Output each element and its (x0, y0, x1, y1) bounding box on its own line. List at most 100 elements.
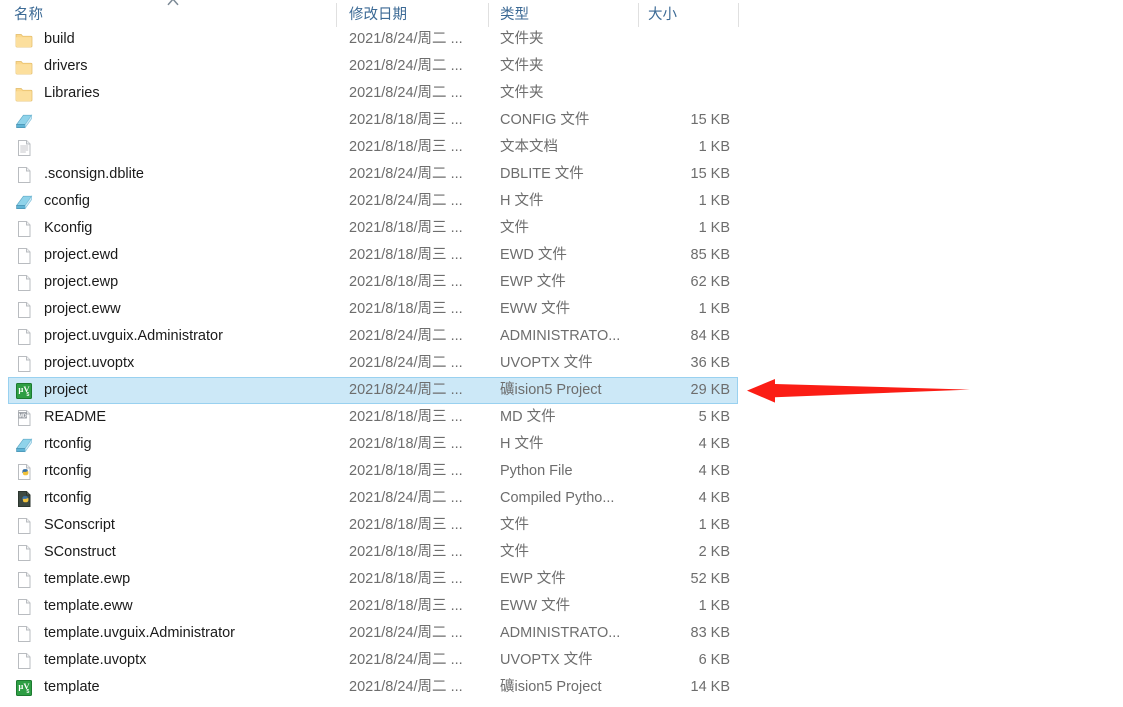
file-name-cell: rtconfig (44, 436, 92, 452)
file-type-cell: 文件夹 (500, 58, 544, 74)
generic-file-icon (14, 327, 34, 347)
file-size-cell: 52 KB (690, 571, 731, 587)
file-type-cell: 文件 (500, 517, 529, 533)
file-size-cell: 15 KB (690, 166, 731, 182)
column-divider-type-size[interactable] (638, 3, 639, 27)
file-name-cell: .sconsign.dblite (44, 166, 144, 182)
file-name-cell (44, 134, 334, 161)
file-row[interactable]: drivers 2021/8/24/周二 ... 文件夹 (0, 53, 740, 80)
file-row[interactable]: cconfig 2021/8/24/周二 ... H 文件 1 KB (0, 188, 740, 215)
file-row[interactable]: project.uvoptx 2021/8/24/周二 ... UVOPTX 文件 3… (0, 350, 740, 377)
h-file-icon (14, 192, 34, 212)
compiled-python-file-icon (14, 489, 34, 509)
file-type-cell: CONFIG 文件 (500, 112, 590, 128)
file-row[interactable]: template.uvoptx 2021/8/24/周二 ... UVOPTX 文件… (0, 647, 740, 674)
file-size-cell: 14 KB (690, 679, 731, 695)
column-divider-size-end[interactable] (738, 3, 739, 27)
file-name-cell: template.uvoptx (44, 652, 147, 668)
file-size-cell: 2 KB (698, 544, 730, 560)
file-row[interactable]: SConscript 2021/8/18/周三 ... 文件 1 KB (0, 512, 740, 539)
file-list-view[interactable]: 名称 修改日期 类型 大小 build 2021/8/24/周二 ... 文件夹 dr… (0, 0, 740, 707)
date-modified-cell: 2021/8/18/周三 ... (349, 301, 463, 317)
file-size-cell: 29 KB (690, 382, 731, 398)
file-name-cell: project.uvguix.Administrator (44, 328, 223, 344)
column-divider-name-date[interactable] (336, 3, 337, 27)
file-type-cell: MD 文件 (500, 409, 556, 425)
md-file-icon: MD (14, 408, 34, 428)
file-size-cell: 15 KB (690, 112, 731, 128)
python-file-icon (14, 462, 34, 482)
date-modified-cell: 2021/8/24/周二 ... (349, 382, 463, 398)
file-name-cell: template.eww (44, 598, 133, 614)
file-type-cell: ADMINISTRATO... (500, 328, 621, 344)
file-type-cell: Python File (500, 463, 573, 479)
svg-text:5: 5 (26, 392, 29, 398)
file-type-cell: 礦ision5 Project (500, 382, 602, 398)
date-modified-cell: 2021/8/18/周三 ... (349, 409, 463, 425)
file-type-cell: EWP 文件 (500, 571, 566, 587)
file-name-cell: drivers (44, 58, 88, 74)
file-row[interactable]: rtconfig 2021/8/18/周三 ... Python File 4 KB (0, 458, 740, 485)
text-document-icon (14, 138, 34, 158)
file-size-cell: 36 KB (690, 355, 731, 371)
folder-icon (14, 84, 34, 104)
file-type-cell: 礦ision5 Project (500, 679, 602, 695)
file-row[interactable]: project.ewp 2021/8/18/周三 ... EWP 文件 62 KB (0, 269, 740, 296)
file-name-cell: project.ewd (44, 247, 119, 263)
file-row[interactable]: template.ewp 2021/8/18/周三 ... EWP 文件 52 KB (0, 566, 740, 593)
file-name-cell: rtconfig (44, 463, 92, 479)
file-name-cell: project.uvoptx (44, 355, 135, 371)
file-row[interactable]: project.uvguix.Administrator 2021/8/24/周二… (0, 323, 740, 350)
file-size-cell: 84 KB (690, 328, 731, 344)
file-row[interactable]: template.uvguix.Administrator 2021/8/24/周… (0, 620, 740, 647)
date-modified-cell: 2021/8/18/周三 ... (349, 274, 463, 290)
file-size-cell: 62 KB (690, 274, 731, 290)
file-name-cell: project.eww (44, 301, 121, 317)
file-row[interactable]: .sconsign.dblite 2021/8/24/周二 ... DBLITE 文… (0, 161, 740, 188)
column-divider-date-type[interactable] (488, 3, 489, 27)
generic-file-icon (14, 354, 34, 374)
uvision-project-icon: µV 5 (14, 381, 34, 401)
file-row[interactable]: µV 5 template 2021/8/24/周二 ... 礦ision5 Proje… (0, 674, 740, 701)
file-row[interactable]: project.ewd 2021/8/18/周三 ... EWD 文件 85 KB (0, 242, 740, 269)
date-modified-cell: 2021/8/18/周三 ... (349, 139, 463, 155)
file-row[interactable]: project.eww 2021/8/18/周三 ... EWW 文件 1 KB (0, 296, 740, 323)
file-name-cell: README (44, 409, 107, 425)
file-name-cell: template.uvguix.Administrator (44, 625, 235, 641)
file-row[interactable]: SConstruct 2021/8/18/周三 ... 文件 2 KB (0, 539, 740, 566)
file-name-cell: Libraries (44, 85, 100, 101)
file-rows-container: build 2021/8/24/周二 ... 文件夹 drivers 2021/8/24… (0, 26, 740, 701)
file-type-cell: 文件夹 (500, 31, 544, 47)
date-modified-cell: 2021/8/18/周三 ... (349, 247, 463, 263)
file-size-cell: 4 KB (698, 436, 730, 452)
file-row[interactable]: 2021/8/18/周三 ... 文本文档 1 KB (0, 134, 740, 161)
file-row[interactable]: rtconfig 2021/8/18/周三 ... H 文件 4 KB (0, 431, 740, 458)
folder-icon (14, 57, 34, 77)
file-type-cell: EWD 文件 (500, 247, 567, 263)
date-modified-cell: 2021/8/18/周三 ... (349, 517, 463, 533)
generic-file-icon (14, 543, 34, 563)
file-row[interactable]: 2021/8/18/周三 ... CONFIG 文件 15 KB (0, 107, 740, 134)
file-type-cell: ADMINISTRATO... (500, 625, 621, 641)
file-size-cell: 1 KB (698, 301, 730, 317)
file-name-cell: project.ewp (44, 274, 119, 290)
generic-file-icon (14, 651, 34, 671)
file-row[interactable]: MD README 2021/8/18/周三 ... MD 文件 5 KB (0, 404, 740, 431)
file-type-cell: 文本文档 (500, 139, 558, 155)
file-type-cell: 文件夹 (500, 85, 544, 101)
generic-file-icon (14, 300, 34, 320)
file-row[interactable]: rtconfig 2021/8/24/周二 ... Compiled Pytho..… (0, 485, 740, 512)
file-row[interactable]: Libraries 2021/8/24/周二 ... 文件夹 (0, 80, 740, 107)
file-type-cell: H 文件 (500, 436, 544, 452)
file-row[interactable]: µV 5 project 2021/8/24/周二 ... 礦ision5 Projec… (0, 377, 740, 404)
file-type-cell: H 文件 (500, 193, 544, 209)
file-name-cell: template (44, 679, 100, 695)
date-modified-cell: 2021/8/24/周二 ... (349, 31, 463, 47)
file-row[interactable]: Kconfig 2021/8/18/周三 ... 文件 1 KB (0, 215, 740, 242)
file-row[interactable]: template.eww 2021/8/18/周三 ... EWW 文件 1 KB (0, 593, 740, 620)
file-row[interactable]: build 2021/8/24/周二 ... 文件夹 (0, 26, 740, 53)
generic-file-icon (14, 624, 34, 644)
date-modified-cell: 2021/8/24/周二 ... (349, 652, 463, 668)
date-modified-cell: 2021/8/24/周二 ... (349, 85, 463, 101)
file-type-cell: EWP 文件 (500, 274, 566, 290)
